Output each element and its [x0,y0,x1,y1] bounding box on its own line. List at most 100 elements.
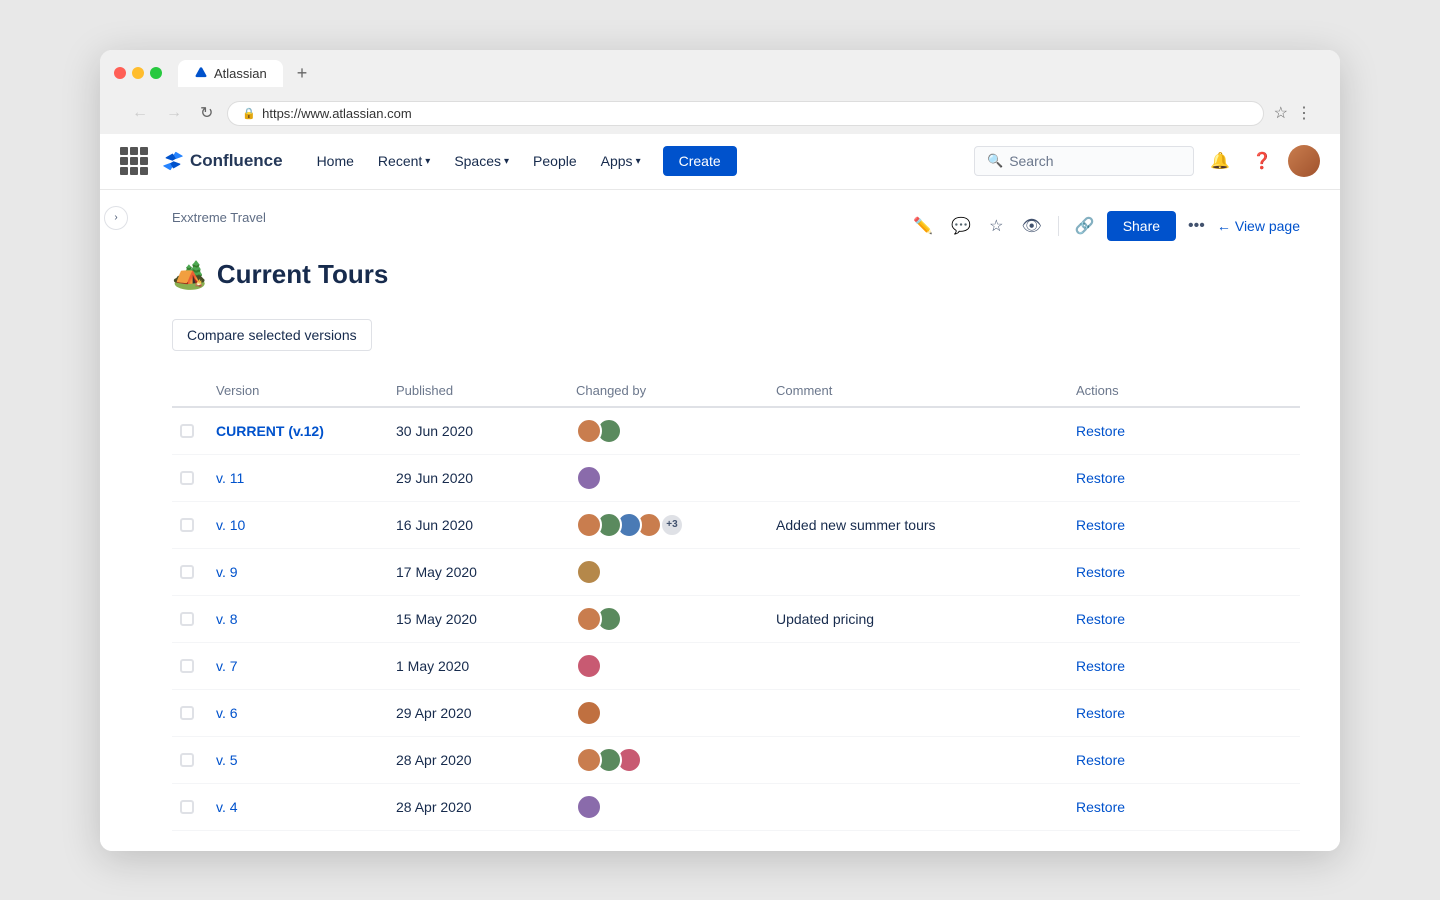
back-button[interactable]: ← [128,102,152,124]
changed-by [568,689,768,736]
comment-button[interactable]: 💬 [945,210,977,242]
published-date: 28 Apr 2020 [388,783,568,830]
version-link[interactable]: v. 4 [216,799,238,815]
comment-text [768,642,1068,689]
url-bar[interactable]: 🔒 https://www.atlassian.com [227,101,1263,126]
more-actions-button[interactable]: ••• [1182,211,1211,241]
restore-link[interactable]: Restore [1076,611,1125,627]
restore-link[interactable]: Restore [1076,752,1125,768]
nav-spaces[interactable]: Spaces ▾ [444,147,519,175]
comment-text [768,783,1068,830]
app-content: Confluence Home Recent ▾ Spaces ▾ People… [100,134,1340,851]
avatar [576,418,602,444]
copy-link-button[interactable]: 🔗 [1069,210,1101,242]
active-tab[interactable]: Atlassian [178,60,283,87]
version-link[interactable]: v. 11 [216,470,244,486]
divider [1058,216,1059,236]
watch-button[interactable]: 👁 [1015,210,1047,242]
confluence-logo-text: Confluence [190,151,283,171]
share-button[interactable]: Share [1107,211,1176,241]
versions-table: Version Published Changed by Comment Act… [172,375,1300,831]
restore-link[interactable]: Restore [1076,705,1125,721]
row-checkbox[interactable] [180,753,194,767]
compare-versions-button[interactable]: Compare selected versions [172,319,372,351]
version-link[interactable]: v. 8 [216,611,238,627]
main-content: Exxtreme Travel ✏️ 💬 ☆ 👁 🔗 Share ••• ← V… [132,190,1340,851]
more-icon[interactable]: ⋮ [1296,103,1312,123]
table-body: CURRENT (v.12)30 Jun 2020Restorev. 1129 … [172,407,1300,831]
new-tab-button[interactable]: + [289,61,316,86]
version-link[interactable]: v. 6 [216,705,238,721]
published-date: 29 Apr 2020 [388,689,568,736]
nav-links: Home Recent ▾ Spaces ▾ People Apps ▾ Cre… [307,146,974,176]
lock-icon: 🔒 [242,107,256,120]
restore-link[interactable]: Restore [1076,470,1125,486]
waffle-icon[interactable] [120,147,148,175]
version-link[interactable]: v. 5 [216,752,238,768]
confluence-logo[interactable]: Confluence [162,150,283,172]
row-checkbox[interactable] [180,800,194,814]
edit-button[interactable]: ✏️ [907,210,939,242]
table-row: v. 815 May 2020Updated pricingRestore [172,595,1300,642]
view-page-link[interactable]: ← View page [1217,218,1300,234]
row-checkbox[interactable] [180,612,194,626]
nav-people[interactable]: People [523,147,587,175]
comment-text [768,736,1068,783]
restore-link[interactable]: Restore [1076,564,1125,580]
version-link[interactable]: v. 10 [216,517,245,533]
restore-link[interactable]: Restore [1076,517,1125,533]
help-button[interactable]: ❓ [1246,145,1278,177]
nav-apps[interactable]: Apps ▾ [591,147,651,175]
maximize-button[interactable] [150,67,162,79]
back-arrow-icon: ← [1217,218,1231,234]
row-checkbox[interactable] [180,659,194,673]
sidebar-toggle-button[interactable]: › [104,206,128,230]
search-box[interactable]: 🔍 Search [974,146,1194,176]
row-checkbox[interactable] [180,565,194,579]
reload-button[interactable]: ↻ [196,101,217,125]
row-checkbox[interactable] [180,471,194,485]
bookmark-icon[interactable]: ☆ [1274,103,1288,123]
version-link[interactable]: CURRENT (v.12) [216,423,324,439]
notifications-button[interactable]: 🔔 [1204,145,1236,177]
col-check-header [172,375,208,407]
forward-button[interactable]: → [162,102,186,124]
table-row: v. 1016 Jun 2020+3Added new summer tours… [172,501,1300,548]
close-button[interactable] [114,67,126,79]
user-avatar[interactable] [1288,145,1320,177]
star-button[interactable]: ☆ [983,210,1009,242]
changed-by [568,783,768,830]
create-button[interactable]: Create [663,146,737,176]
restore-link[interactable]: Restore [1076,799,1125,815]
comment-text: Updated pricing [768,595,1068,642]
tab-title: Atlassian [214,66,267,81]
version-link[interactable]: v. 9 [216,564,238,580]
table-row: v. 9 17 May 2020 Restore [172,548,1300,595]
avatar [576,559,602,585]
atlassian-tab-icon [194,66,208,80]
version-link[interactable]: v. 7 [216,658,238,674]
nav-home[interactable]: Home [307,147,364,175]
changed-by [568,736,768,783]
browser-extra-actions: ☆ ⋮ [1274,103,1312,123]
comment-text [768,689,1068,736]
row-checkbox[interactable] [180,706,194,720]
restore-link[interactable]: Restore [1076,423,1125,439]
search-placeholder: Search [1009,153,1053,169]
user-avatar-image [1288,145,1320,177]
minimize-button[interactable] [132,67,144,79]
published-date: 17 May 2020 [388,548,568,595]
col-changedby-header: Changed by [568,375,768,407]
comment-text [768,454,1068,501]
row-checkbox[interactable] [180,424,194,438]
row-checkbox[interactable] [180,518,194,532]
breadcrumb: Exxtreme Travel [172,210,266,225]
page-title-area: 🏕️ Current Tours [172,258,1300,291]
nav-recent[interactable]: Recent ▾ [368,147,440,175]
avatar [576,512,602,538]
apps-chevron-icon: ▾ [636,156,641,167]
page-emoji: 🏕️ [172,258,207,291]
restore-link[interactable]: Restore [1076,658,1125,674]
table-header: Version Published Changed by Comment Act… [172,375,1300,407]
published-date: 1 May 2020 [388,642,568,689]
